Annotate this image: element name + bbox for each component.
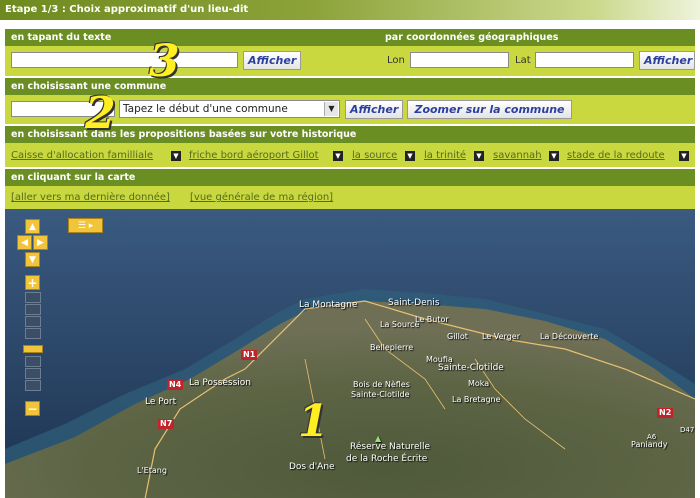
map-section-header: en cliquant sur la carte	[5, 169, 695, 186]
map-label: Le Port	[145, 397, 177, 407]
annotation-number: 1	[298, 396, 329, 447]
history-item-friche[interactable]: friche bord aéroport Gillot	[189, 150, 319, 162]
zoom-level-segment[interactable]	[25, 368, 41, 379]
chevron-down-icon[interactable]: ▼	[549, 151, 559, 161]
map-label: Dos d'Ane	[289, 462, 335, 472]
annotation-number: 2	[85, 88, 116, 139]
zoom-level-segment[interactable]	[25, 316, 41, 327]
zoom-level-segment[interactable]	[25, 356, 41, 367]
history-item-caf[interactable]: Caisse d'allocation familliale	[11, 150, 153, 162]
pan-down-button[interactable]: ▼	[25, 252, 40, 267]
map-label: Gillot	[447, 332, 468, 341]
road-shield: N1	[241, 350, 258, 360]
lat-label: Lat	[515, 55, 531, 66]
zoom-level-segment[interactable]	[25, 380, 41, 391]
map-label: D47	[680, 426, 695, 434]
pan-up-button[interactable]: ▲	[25, 219, 40, 234]
zoom-level-segment[interactable]	[25, 292, 41, 303]
chevron-down-icon[interactable]: ▼	[405, 151, 415, 161]
zoom-in-button[interactable]: +	[25, 275, 40, 290]
history-item-stade[interactable]: stade de la redoute	[567, 150, 665, 162]
region-view-link[interactable]: [vue générale de ma région]	[190, 192, 333, 203]
map-label: Le Verger	[482, 332, 520, 341]
map-label: La Découverte	[540, 332, 599, 341]
map-label: Paniandy	[631, 440, 668, 449]
road-shield: N4	[167, 380, 184, 390]
place-search-input[interactable]	[11, 52, 238, 68]
lon-label: Lon	[387, 55, 405, 66]
history-item-la-trinite[interactable]: la trinité	[424, 150, 466, 162]
map-label: Saint-Denis	[388, 298, 440, 308]
map-label: Bois de Nèfles	[353, 380, 410, 389]
map-label: La Source	[380, 320, 420, 329]
road-shield: N2	[657, 408, 674, 418]
map-label: La Montagne	[299, 300, 358, 310]
satellite-map[interactable]: ▲ ◀ ▶ ▼ + − ☰ ▸ La Montagne Saint-Denis …	[5, 209, 695, 498]
lat-input[interactable]	[535, 52, 634, 68]
map-label: La Bretagne	[452, 395, 501, 404]
history-section-label: en choisissant dans les propositions bas…	[11, 129, 357, 140]
map-label: Réserve Naturelle	[350, 442, 431, 452]
coords-section-label: par coordonnées géographiques	[385, 32, 559, 43]
pan-left-button[interactable]: ◀	[17, 235, 32, 250]
commune-afficher-button[interactable]: Afficher	[345, 100, 403, 119]
map-label: A6	[647, 433, 657, 441]
history-item-la-source[interactable]: la source	[352, 150, 397, 162]
chevron-down-icon[interactable]: ▼	[474, 151, 484, 161]
annotation-number: 3	[149, 36, 180, 87]
map-label: Bellepierre	[370, 343, 414, 352]
map-label: La Possession	[189, 378, 252, 388]
commune-select[interactable]: Tapez le début d'une commune ▼	[119, 100, 340, 118]
chevron-down-icon[interactable]: ▼	[171, 151, 181, 161]
map-section-label: en cliquant sur la carte	[11, 172, 136, 183]
map-label: de la Roche Écrite	[346, 454, 428, 464]
map-label: Le Butor	[415, 315, 449, 324]
commune-select-value: Tapez le début d'une commune	[123, 103, 288, 115]
text-section-label: en tapant du texte	[11, 32, 112, 43]
layers-toggle-button[interactable]: ☰ ▸	[68, 218, 103, 233]
map-label: Moka	[468, 379, 490, 388]
map-label: L'Etang	[137, 466, 167, 475]
zoom-slider-handle[interactable]	[23, 345, 43, 353]
zoom-out-button[interactable]: −	[25, 401, 40, 416]
chevron-down-icon: ▼	[324, 102, 338, 116]
chevron-down-icon[interactable]: ▼	[679, 151, 689, 161]
zoom-level-segment[interactable]	[25, 328, 41, 339]
page-title: Etape 1/3 : Choix approximatif d'un lieu…	[0, 0, 700, 20]
last-data-link[interactable]: [aller vers ma dernière donnée]	[11, 192, 170, 203]
zoom-commune-button[interactable]: Zoomer sur la commune	[407, 100, 572, 119]
text-afficher-button[interactable]: Afficher	[243, 51, 301, 70]
map-label: Sainte-Clotilde	[438, 363, 504, 373]
road-shield: N7	[158, 419, 175, 429]
pan-right-button[interactable]: ▶	[33, 235, 48, 250]
coords-afficher-button[interactable]: Afficher	[639, 51, 695, 70]
history-item-savannah[interactable]: savannah	[493, 150, 542, 162]
zoom-level-segment[interactable]	[25, 304, 41, 315]
lon-input[interactable]	[410, 52, 509, 68]
chevron-down-icon[interactable]: ▼	[333, 151, 343, 161]
text-section-header: en tapant du texte par coordonnées géogr…	[5, 29, 695, 46]
map-label: Sainte-Clotilde	[351, 390, 410, 399]
